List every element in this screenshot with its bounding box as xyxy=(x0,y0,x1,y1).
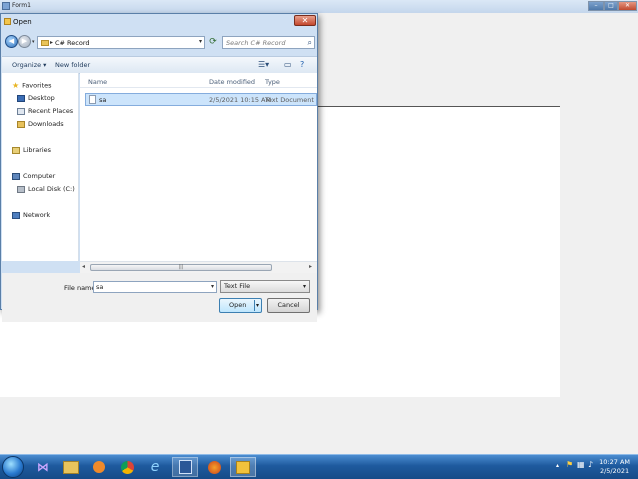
form-app-taskbar-icon[interactable] xyxy=(230,457,256,477)
nav-item-network[interactable]: Network xyxy=(12,211,50,219)
scroll-left-icon[interactable]: ◂ xyxy=(82,263,85,270)
tray-expand-icon[interactable]: ▴ xyxy=(556,462,559,469)
dialog-title: Open xyxy=(13,18,32,26)
breadcrumb-chevron-icon[interactable]: ▸ xyxy=(50,39,53,46)
preview-pane-icon[interactable]: ▭ xyxy=(284,60,292,69)
downloads-icon xyxy=(17,120,25,128)
back-arrow-icon[interactable]: ◀ xyxy=(5,35,18,48)
horizontal-scrollbar[interactable]: ◂ ||| ▸ xyxy=(80,261,317,273)
nav-label: Desktop xyxy=(28,94,55,102)
network-tray-icon[interactable]: ▦ xyxy=(577,460,585,469)
address-bar[interactable]: ▸ C# Record ▾ xyxy=(37,36,205,49)
nav-label: Recent Places xyxy=(28,107,74,115)
libraries-icon xyxy=(12,146,20,154)
action-center-icon[interactable]: ⚑ xyxy=(566,460,573,469)
folder-icon xyxy=(41,40,49,46)
star-icon: ★ xyxy=(12,81,20,90)
search-input[interactable]: Search C# Record ⌕ xyxy=(222,36,315,49)
form-titlebar: Form1 – □ ✕ xyxy=(0,0,638,14)
scrollbar-thumb[interactable]: ||| xyxy=(90,264,272,271)
column-header-name[interactable]: Name xyxy=(88,78,107,86)
file-type-select[interactable]: Text File ▾ xyxy=(220,280,310,293)
start-button[interactable] xyxy=(2,456,24,478)
search-icon[interactable]: ⌕ xyxy=(308,38,312,48)
chrome-icon[interactable] xyxy=(114,457,140,477)
nav-item-favorites[interactable]: ★ Favorites xyxy=(12,81,52,90)
column-header-date[interactable]: Date modified xyxy=(209,78,255,86)
file-name-input[interactable]: sa ▾ xyxy=(93,281,217,293)
volume-icon[interactable]: ♪ xyxy=(588,460,593,469)
dialog-footer: File name: sa ▾ Text File ▾ Open ▾ Cance… xyxy=(2,273,317,322)
file-date: 2/5/2021 10:15 AM xyxy=(209,96,272,104)
header-divider xyxy=(80,87,317,88)
text-file-icon xyxy=(89,95,96,104)
taskbar: ⋈ e ▴ ⚑ ▦ ♪ 10:27 AM 2/5/2021 xyxy=(0,454,638,479)
desktop-icon xyxy=(17,94,25,102)
file-explorer-icon[interactable] xyxy=(58,457,84,477)
open-button-label: Open xyxy=(229,301,247,309)
open-file-dialog: Open ✕ ◀ ▶ ▾ ▸ C# Record ▾ ⟳ Search C# R… xyxy=(0,13,318,322)
chevron-down-icon[interactable]: ▾ xyxy=(199,38,202,45)
chevron-down-icon[interactable]: ▾ xyxy=(256,299,259,312)
file-type-value: Text File xyxy=(224,282,251,290)
nav-item-libraries[interactable]: Libraries xyxy=(12,146,51,154)
recent-locations-icon[interactable]: ▾ xyxy=(32,39,35,45)
split-divider xyxy=(254,300,255,311)
refresh-icon[interactable]: ⟳ xyxy=(207,36,219,49)
word-icon[interactable] xyxy=(172,457,198,477)
chevron-down-icon[interactable]: ▾ xyxy=(303,281,306,292)
minimize-button[interactable]: – xyxy=(588,1,604,11)
nav-label: Downloads xyxy=(28,120,64,128)
nav-item-desktop[interactable]: Desktop xyxy=(17,94,55,102)
nav-label: Favorites xyxy=(22,81,52,90)
nav-label: Libraries xyxy=(23,146,52,154)
forward-arrow-icon[interactable]: ▶ xyxy=(18,35,31,48)
recent-places-icon xyxy=(17,107,25,115)
dialog-icon xyxy=(4,18,11,25)
open-button[interactable]: Open ▾ xyxy=(219,298,262,313)
file-name: sa xyxy=(99,96,107,104)
nav-label: Local Disk (C:) xyxy=(28,185,75,193)
nav-label: Network xyxy=(23,211,51,219)
computer-icon xyxy=(12,172,20,180)
dialog-close-button[interactable]: ✕ xyxy=(294,15,316,26)
file-name-value: sa xyxy=(96,283,104,291)
new-folder-button[interactable]: New folder xyxy=(55,61,90,69)
help-icon[interactable]: ? xyxy=(300,60,304,69)
dialog-toolbar: Organize ▾ New folder ☰▾ ▭ ? xyxy=(2,56,317,74)
column-header-type[interactable]: Type xyxy=(265,78,280,86)
file-row-selected[interactable]: sa 2/5/2021 10:15 AM Text Document xyxy=(85,93,317,106)
view-options-icon[interactable]: ☰▾ xyxy=(258,60,269,69)
nav-item-computer[interactable]: Computer xyxy=(12,172,55,180)
scroll-right-icon[interactable]: ▸ xyxy=(309,263,312,270)
nav-label: Computer xyxy=(23,172,56,180)
form-app-icon xyxy=(2,2,10,10)
nav-item-downloads[interactable]: Downloads xyxy=(17,120,64,128)
clock[interactable]: 10:27 AM 2/5/2021 xyxy=(599,458,630,476)
clock-time: 10:27 AM xyxy=(599,458,630,466)
address-path[interactable]: C# Record xyxy=(55,39,90,47)
clock-date: 2/5/2021 xyxy=(599,467,630,475)
visual-studio-icon[interactable]: ⋈ xyxy=(30,457,56,477)
maximize-button[interactable]: □ xyxy=(604,1,618,11)
navigation-pane: ★ Favorites Desktop Recent Places Downloa… xyxy=(2,73,79,261)
disk-icon xyxy=(17,185,25,193)
internet-explorer-icon[interactable]: e xyxy=(142,457,168,477)
firefox-icon[interactable] xyxy=(201,457,227,477)
cancel-button[interactable]: Cancel xyxy=(267,298,310,313)
form-title: Form1 xyxy=(12,2,31,9)
close-button[interactable]: ✕ xyxy=(618,1,637,11)
nav-item-local-disk[interactable]: Local Disk (C:) xyxy=(17,185,75,193)
file-list: Name Date modified Type sa 2/5/2021 10:1… xyxy=(80,73,317,261)
file-type: Text Document xyxy=(265,96,314,104)
organize-button[interactable]: Organize ▾ xyxy=(12,61,46,69)
media-player-icon[interactable] xyxy=(86,457,112,477)
network-icon xyxy=(12,211,20,219)
chevron-down-icon[interactable]: ▾ xyxy=(211,282,214,292)
search-placeholder: Search C# Record xyxy=(226,39,286,47)
nav-item-recent-places[interactable]: Recent Places xyxy=(17,107,73,115)
